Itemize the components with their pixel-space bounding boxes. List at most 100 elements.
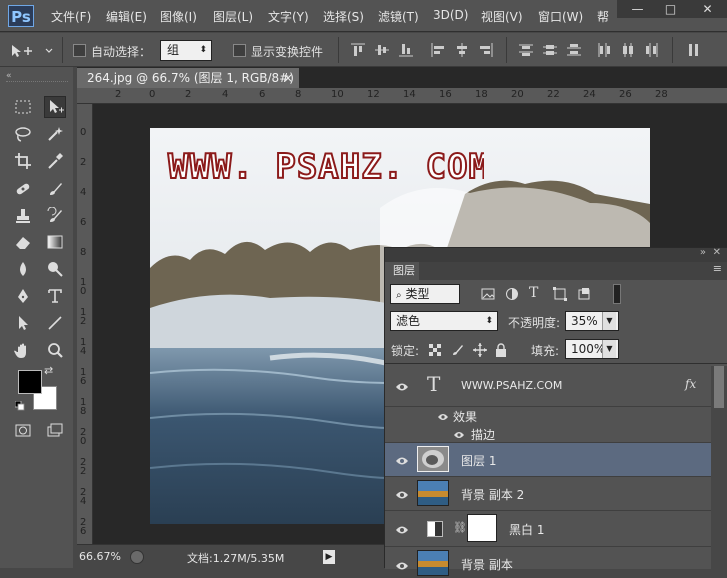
history-brush-icon[interactable] [44, 205, 66, 227]
auto-align-icon[interactable] [686, 42, 702, 58]
clone-stamp-icon[interactable] [12, 205, 34, 227]
document-tab[interactable]: 264.jpg @ 66.7% (图层 1, RGB/8#) * × [77, 68, 299, 105]
align-top-icon[interactable] [350, 42, 366, 58]
crop-tool-icon[interactable] [12, 150, 34, 172]
quick-mask-icon[interactable] [12, 420, 34, 442]
visibility-eye-icon[interactable] [395, 455, 409, 465]
distribute-right-icon[interactable] [644, 42, 660, 58]
marquee-tool-icon[interactable] [12, 96, 34, 118]
minimize-button[interactable]: — [621, 0, 654, 18]
layer-row-text[interactable]: T WWW.PSAHZ.COM fx [385, 365, 711, 407]
path-selection-icon[interactable] [12, 312, 34, 334]
visibility-eye-icon[interactable] [395, 381, 409, 391]
scrollbar-thumb[interactable] [714, 366, 724, 408]
visibility-eye-icon[interactable] [395, 524, 409, 534]
align-bottom-icon[interactable] [398, 42, 414, 58]
close-icon[interactable]: × [283, 68, 293, 88]
distribute-vcenter-icon[interactable] [542, 42, 558, 58]
menu-image[interactable]: 图像(I) [160, 8, 197, 25]
lock-position-icon[interactable] [473, 343, 487, 360]
lock-transparent-icon[interactable] [429, 344, 441, 359]
distribute-hcenter-icon[interactable] [620, 42, 636, 58]
filter-shape-icon[interactable] [553, 287, 567, 304]
menu-select[interactable]: 选择(S) [323, 8, 364, 25]
layer-name[interactable]: 背景 副本 2 [461, 486, 524, 503]
collapse-panel-icon[interactable]: » [700, 247, 706, 258]
menu-view[interactable]: 视图(V) [481, 8, 523, 25]
menu-type[interactable]: 文字(Y) [268, 8, 309, 25]
show-transform-checkbox[interactable] [233, 44, 246, 57]
auto-select-dropdown[interactable]: 组 ⬍ [160, 40, 212, 61]
tab-layers[interactable]: 图层 [385, 262, 419, 280]
blend-mode-dropdown[interactable]: 滤色 ⬍ [390, 311, 498, 331]
layer-name[interactable]: 图层 1 [461, 452, 496, 469]
align-hcenter-icon[interactable] [454, 42, 470, 58]
filter-pixel-icon[interactable] [481, 287, 495, 304]
tool-preset-picker[interactable] [6, 42, 58, 60]
distribute-left-icon[interactable] [596, 42, 612, 58]
filter-smart-object-icon[interactable] [577, 287, 591, 304]
distribute-bottom-icon[interactable] [566, 42, 582, 58]
healing-brush-icon[interactable] [12, 178, 34, 200]
swap-colors-icon[interactable]: ⇄ [44, 364, 58, 377]
visibility-eye-icon[interactable] [395, 560, 409, 570]
filter-adjustment-icon[interactable] [505, 287, 519, 304]
layer-row[interactable]: 背景 副本 2 [385, 477, 711, 511]
lock-pixels-icon[interactable] [451, 343, 465, 360]
align-right-icon[interactable] [478, 42, 494, 58]
layer-row[interactable]: 背景 副本 [385, 547, 711, 576]
gradient-tool-icon[interactable] [44, 231, 66, 253]
visibility-eye-icon[interactable] [437, 411, 451, 421]
foreground-color-swatch[interactable] [18, 370, 42, 394]
filter-toggle-switch[interactable] [613, 284, 621, 304]
menu-edit[interactable]: 编辑(E) [106, 8, 147, 25]
eraser-tool-icon[interactable] [12, 231, 34, 253]
layer-row-adjustment[interactable]: ⛓ 黑白 1 [385, 511, 711, 547]
distribute-top-icon[interactable] [518, 42, 534, 58]
menu-3d[interactable]: 3D(D) [433, 8, 468, 22]
opacity-input[interactable]: 35% ▼ [565, 311, 619, 331]
layer-effects-row[interactable]: 效果 [385, 407, 711, 425]
maximize-button[interactable]: □ [654, 0, 687, 18]
layer-name[interactable]: 背景 副本 [461, 556, 513, 573]
default-colors-icon[interactable] [14, 400, 25, 411]
zoom-tool-icon[interactable] [44, 340, 66, 362]
move-tool-icon[interactable] [44, 96, 66, 118]
blur-tool-icon[interactable] [12, 258, 34, 280]
status-menu-arrow-icon[interactable]: ▶ [323, 550, 335, 564]
visibility-eye-icon[interactable] [453, 429, 467, 439]
fx-icon[interactable]: fx [685, 377, 696, 391]
collapse-arrows-icon[interactable]: « [6, 71, 12, 81]
fill-input[interactable]: 100% ▼ [565, 339, 619, 359]
brush-tool-icon[interactable] [44, 178, 66, 200]
close-panel-icon[interactable]: ✕ [713, 247, 721, 258]
type-tool-icon[interactable] [44, 285, 66, 307]
status-info-icon[interactable] [130, 550, 144, 564]
screen-mode-icon[interactable] [44, 420, 66, 442]
line-tool-icon[interactable] [44, 312, 66, 334]
menu-help[interactable]: 帮 [597, 8, 609, 25]
layer-name[interactable]: WWW.PSAHZ.COM [461, 379, 562, 392]
link-icon[interactable]: ⛓ [453, 521, 467, 534]
magic-wand-icon[interactable] [44, 123, 66, 145]
filter-type-icon[interactable]: T [529, 285, 538, 301]
menu-file[interactable]: 文件(F) [51, 8, 91, 25]
layer-name[interactable]: 黑白 1 [509, 521, 544, 538]
zoom-level[interactable]: 66.67% [79, 550, 121, 563]
dropdown-arrow-icon[interactable]: ▼ [602, 312, 616, 330]
dodge-tool-icon[interactable] [44, 258, 66, 280]
menu-layer[interactable]: 图层(L) [213, 8, 253, 25]
menu-filter[interactable]: 滤镜(T) [378, 8, 419, 25]
auto-select-checkbox[interactable] [73, 44, 86, 57]
lock-all-icon[interactable] [495, 343, 507, 360]
panel-menu-icon[interactable]: ≡ [713, 262, 722, 275]
layer-filter-dropdown[interactable]: ⌕ 类型 [390, 284, 460, 304]
visibility-eye-icon[interactable] [395, 489, 409, 499]
align-vcenter-icon[interactable] [374, 42, 390, 58]
layer-effect-stroke-row[interactable]: 描边 [385, 425, 711, 443]
align-left-icon[interactable] [430, 42, 446, 58]
layer-row-selected[interactable]: 图层 1 [385, 443, 711, 477]
dropdown-arrow-icon[interactable]: ▼ [602, 340, 616, 358]
pen-tool-icon[interactable] [12, 285, 34, 307]
menu-window[interactable]: 窗口(W) [538, 8, 583, 25]
